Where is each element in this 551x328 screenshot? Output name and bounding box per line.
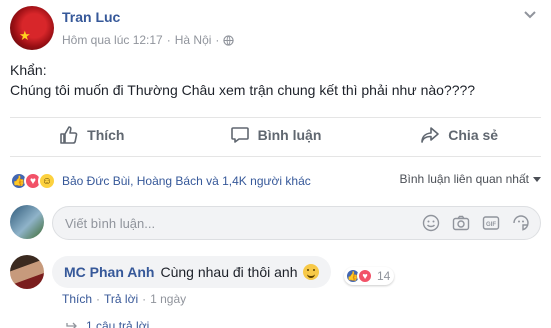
sticker-icon[interactable]: [512, 214, 530, 232]
share-button-label: Chia sẻ: [448, 127, 499, 143]
comment-reply-link[interactable]: Trả lời: [104, 292, 138, 306]
comment-text: Cùng nhau đi thôi anh: [160, 264, 298, 280]
haha-reaction-icon: ☺: [38, 172, 56, 190]
comment-actions: Thích · Trả lời · 1 ngày: [62, 292, 186, 306]
comment-button[interactable]: Bình luận: [184, 118, 368, 152]
reaction-names[interactable]: Bảo Đức Bùi, Hoàng Bách và 1,4K người kh…: [62, 174, 311, 188]
like-button[interactable]: Thích: [0, 118, 184, 152]
comment-input-placeholder: Viết bình luận...: [65, 216, 156, 231]
camera-icon[interactable]: [452, 214, 470, 232]
meta-separator: ·: [166, 33, 171, 47]
love-reaction-icon: ♥: [357, 268, 373, 284]
meta-separator: ·: [215, 33, 220, 47]
facebook-post: ★ Tran Luc Hôm qua lúc 12:17 · Hà Nội · …: [0, 0, 551, 328]
commenter-avatar[interactable]: [10, 255, 44, 289]
like-button-label: Thích: [87, 127, 125, 143]
comment-input[interactable]: Viết bình luận... GIF: [52, 206, 541, 240]
chevron-down-icon[interactable]: [523, 10, 537, 20]
commenter-name[interactable]: MC Phan Anh: [64, 264, 154, 280]
post-author-name[interactable]: Tran Luc: [62, 9, 120, 25]
divider: [10, 156, 541, 157]
post-meta: Hôm qua lúc 12:17 · Hà Nội ·: [62, 33, 235, 47]
reactions-summary[interactable]: 👍 ♥ ☺ Bảo Đức Bùi, Hoàng Bách và 1,4K ng…: [10, 170, 311, 192]
comment-time[interactable]: 1 ngày: [150, 292, 186, 306]
reply-arrow-icon: [66, 322, 77, 328]
comment-composer: Viết bình luận... GIF: [10, 205, 541, 241]
share-button[interactable]: Chia sẻ: [367, 118, 551, 152]
svg-text:GIF: GIF: [486, 222, 496, 228]
current-user-avatar[interactable]: [10, 205, 44, 239]
comment-like-link[interactable]: Thích: [62, 292, 92, 306]
gif-icon[interactable]: GIF: [482, 214, 500, 232]
comment-dot: ·: [96, 292, 101, 306]
post-text-line: Khẩn:: [10, 62, 47, 78]
replies-count: 1 câu trả lời: [86, 319, 150, 328]
caret-down-icon: [533, 176, 541, 182]
flag-star-icon: ★: [19, 28, 31, 43]
composer-icons: GIF: [422, 214, 530, 232]
post-body: Khẩn: Chúng tôi muốn đi Thường Châu xem …: [10, 60, 475, 100]
comment-reaction-count: 14: [377, 269, 391, 283]
share-arrow-icon: [421, 127, 440, 143]
comment-dot: ·: [142, 292, 147, 306]
author-avatar[interactable]: ★: [10, 6, 54, 50]
post-timestamp[interactable]: Hôm qua lúc 12:17: [62, 33, 163, 47]
sort-label: Bình luận liên quan nhất: [399, 172, 529, 186]
post-text-line: Chúng tôi muốn đi Thường Châu xem trận c…: [10, 82, 476, 98]
view-replies-link[interactable]: 1 câu trả lời: [66, 319, 149, 328]
thumbs-up-icon: [60, 126, 78, 144]
post-location[interactable]: Hà Nội: [175, 33, 212, 47]
emoji-icon[interactable]: [422, 214, 440, 232]
smile-emoji-icon: [303, 264, 320, 280]
comment-bubble: MC Phan Anh Cùng nhau đi thôi anh: [52, 256, 332, 288]
speech-bubble-icon: [230, 127, 249, 143]
globe-icon[interactable]: [223, 34, 235, 46]
comment-button-label: Bình luận: [257, 127, 322, 143]
comment-sort-dropdown[interactable]: Bình luận liên quan nhất: [400, 172, 541, 186]
comment-reactions[interactable]: 👍 ♥ 14: [344, 267, 395, 285]
post-actions: Thích Bình luận Chia sẻ: [0, 118, 551, 152]
